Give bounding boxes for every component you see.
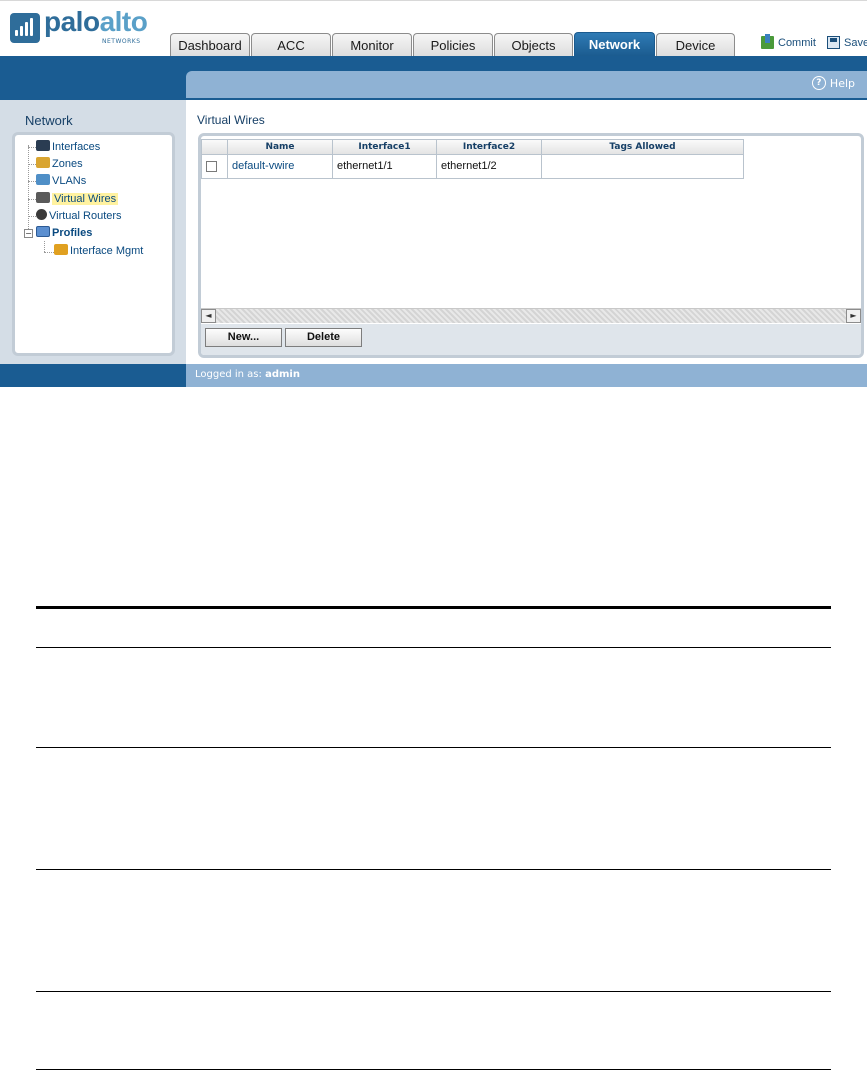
help-label: Help xyxy=(829,76,855,90)
virtual-wires-icon xyxy=(36,192,50,203)
scroll-right-icon[interactable]: ► xyxy=(846,309,861,323)
navigation-tree: Interfaces Zones VLANs Virtual Wires Vir… xyxy=(12,132,175,356)
new-button[interactable]: New... xyxy=(205,328,282,347)
tab-dashboard[interactable]: Dashboard xyxy=(170,33,250,57)
page-title: Virtual Wires xyxy=(197,113,265,127)
column-header-interface1[interactable]: Interface1 xyxy=(333,139,437,155)
commit-label: Commit xyxy=(778,36,816,49)
main-content: Virtual Wires Name Interface1 Interface2… xyxy=(186,100,867,364)
virtual-wires-grid: Name Interface1 Interface2 Tags Allowed … xyxy=(198,133,864,358)
table-row-divider xyxy=(36,647,831,648)
grid-header: Name Interface1 Interface2 Tags Allowed xyxy=(201,139,744,155)
sidebar: Network Interfaces Zones VLANs Virtual W… xyxy=(0,100,186,364)
footer-bar: Logged in as: admin xyxy=(0,364,867,387)
sidebar-item-label: Profiles xyxy=(52,227,93,239)
interface1-cell: ethernet1/1 xyxy=(333,155,437,179)
tags-allowed-cell xyxy=(542,155,744,179)
sidebar-item-virtual-routers[interactable]: Virtual Routers xyxy=(36,208,122,224)
save-icon xyxy=(827,36,840,49)
sidebar-item-interfaces[interactable]: Interfaces xyxy=(36,139,100,155)
help-link[interactable]: ? Help xyxy=(811,76,855,90)
tab-policies[interactable]: Policies xyxy=(413,33,493,57)
column-header-tags-allowed[interactable]: Tags Allowed xyxy=(542,139,744,155)
delete-button[interactable]: Delete xyxy=(285,328,362,347)
scroll-left-icon[interactable]: ◄ xyxy=(201,309,216,323)
sidebar-item-profiles[interactable]: Profiles xyxy=(36,225,92,241)
logged-in-status: Logged in as: admin xyxy=(195,369,300,380)
profiles-icon xyxy=(36,226,50,237)
select-all-header xyxy=(201,139,228,155)
table-row-divider xyxy=(36,991,831,992)
sidebar-item-label: Virtual Routers xyxy=(49,210,122,222)
sidebar-item-label: Virtual Wires xyxy=(52,193,119,205)
sidebar-title: Network xyxy=(25,113,73,128)
column-header-name[interactable]: Name xyxy=(228,139,333,155)
save-button[interactable]: Save xyxy=(827,36,867,49)
profiles-expander[interactable]: − xyxy=(24,229,33,238)
column-header-interface2[interactable]: Interface2 xyxy=(437,139,542,155)
logged-in-user: admin xyxy=(265,369,300,380)
footer-band: Logged in as: admin xyxy=(186,364,867,387)
logo-mark-icon xyxy=(10,13,40,43)
sidebar-item-label: Interfaces xyxy=(52,141,101,153)
tab-monitor[interactable]: Monitor xyxy=(332,33,412,57)
tab-device[interactable]: Device xyxy=(656,33,735,57)
table-row-divider xyxy=(36,747,831,748)
firewall-web-ui: paloalto NETWORKS Dashboard ACC Monitor … xyxy=(0,0,867,387)
sidebar-item-label: VLANs xyxy=(52,175,87,187)
table-row: default-vwire ethernet1/1 ethernet1/2 xyxy=(201,155,744,179)
sidebar-item-label: Interface Mgmt xyxy=(70,245,144,257)
tab-network[interactable]: Network xyxy=(574,32,655,57)
top-bar: paloalto NETWORKS Dashboard ACC Monitor … xyxy=(0,0,867,57)
interface-mgmt-icon xyxy=(54,244,68,255)
row-select-cell xyxy=(201,155,228,179)
row-checkbox[interactable] xyxy=(206,161,217,172)
commit-button[interactable]: Commit xyxy=(761,34,816,49)
interfaces-icon xyxy=(36,140,50,151)
help-bar: ? Help xyxy=(186,71,867,98)
vlans-icon xyxy=(36,174,50,185)
sidebar-item-label: Zones xyxy=(52,158,83,170)
zones-icon xyxy=(36,157,50,168)
table-row-divider xyxy=(36,869,831,870)
sidebar-item-zones[interactable]: Zones xyxy=(36,156,83,172)
help-icon: ? xyxy=(811,76,826,90)
save-label: Save xyxy=(844,36,867,49)
logo-wordmark: paloalto xyxy=(44,6,148,37)
sidebar-item-interface-mgmt[interactable]: Interface Mgmt xyxy=(54,243,143,259)
sidebar-item-vlans[interactable]: VLANs xyxy=(36,173,86,189)
horizontal-scrollbar[interactable]: ◄ ► xyxy=(201,308,861,323)
tab-acc[interactable]: ACC xyxy=(251,33,331,57)
tab-objects[interactable]: Objects xyxy=(494,33,573,57)
logo-subtitle: NETWORKS xyxy=(102,38,141,45)
commit-icon xyxy=(761,34,774,49)
interface2-cell: ethernet1/2 xyxy=(437,155,542,179)
table-top-rule xyxy=(36,606,831,609)
sidebar-item-virtual-wires[interactable]: Virtual Wires xyxy=(36,191,119,207)
grid-toolbar: New... Delete xyxy=(201,324,861,355)
logged-in-label: Logged in as: xyxy=(195,369,262,380)
brand-logo: paloalto NETWORKS xyxy=(10,6,148,49)
vwire-name-link[interactable]: default-vwire xyxy=(228,155,333,179)
virtual-routers-icon xyxy=(36,209,47,220)
